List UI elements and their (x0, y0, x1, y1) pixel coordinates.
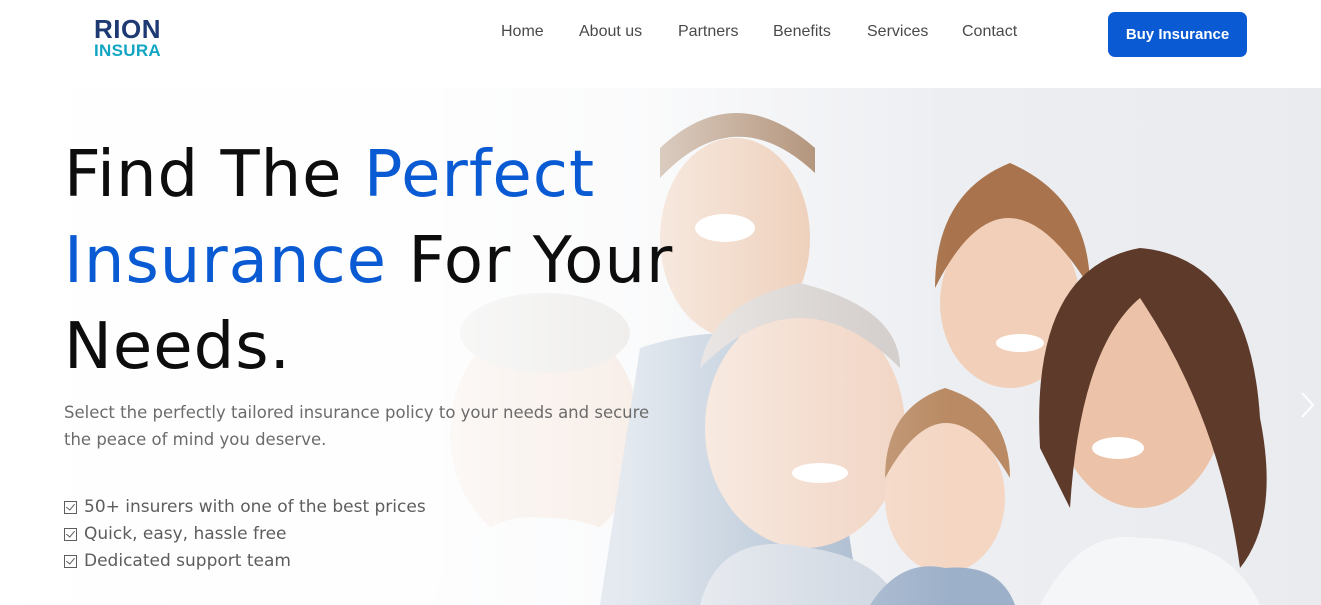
feature-item: Quick, easy, hassle free (64, 521, 426, 548)
nav-item-partners[interactable]: Partners (678, 22, 738, 42)
nav-item-services[interactable]: Services (867, 22, 928, 42)
chevron-right-icon[interactable] (1297, 390, 1317, 420)
brand-logo[interactable]: RION INSURA (94, 16, 184, 66)
feature-item: 50+ insurers with one of the best prices (64, 494, 426, 521)
nav-item-home[interactable]: Home (501, 22, 544, 42)
site-header: RION INSURA Home About us Partners Benef… (0, 0, 1321, 88)
feature-list: 50+ insurers with one of the best prices… (64, 494, 426, 575)
logo-text-top: RION (94, 14, 161, 44)
feature-label: Quick, easy, hassle free (84, 524, 287, 544)
checkbox-icon (64, 501, 77, 514)
hero-headline: Find The Perfect Insurance For Your Need… (64, 132, 764, 390)
feature-label: Dedicated support team (84, 551, 291, 571)
hero-section: Find The Perfect Insurance For Your Need… (0, 88, 1321, 605)
feature-item: Dedicated support team (64, 548, 426, 575)
nav-item-contact[interactable]: Contact (962, 22, 1017, 42)
nav-item-about-us[interactable]: About us (579, 22, 642, 42)
buy-insurance-button[interactable]: Buy Insurance (1108, 12, 1247, 57)
checkbox-icon (64, 528, 77, 541)
checkbox-icon (64, 555, 77, 568)
nav-item-benefits[interactable]: Benefits (773, 22, 831, 42)
logo-text-bottom: INSURA (94, 41, 161, 60)
hero-subtext: Select the perfectly tailored insurance … (64, 403, 650, 449)
feature-label: 50+ insurers with one of the best prices (84, 497, 426, 517)
headline-text-1: Find The (64, 138, 364, 212)
